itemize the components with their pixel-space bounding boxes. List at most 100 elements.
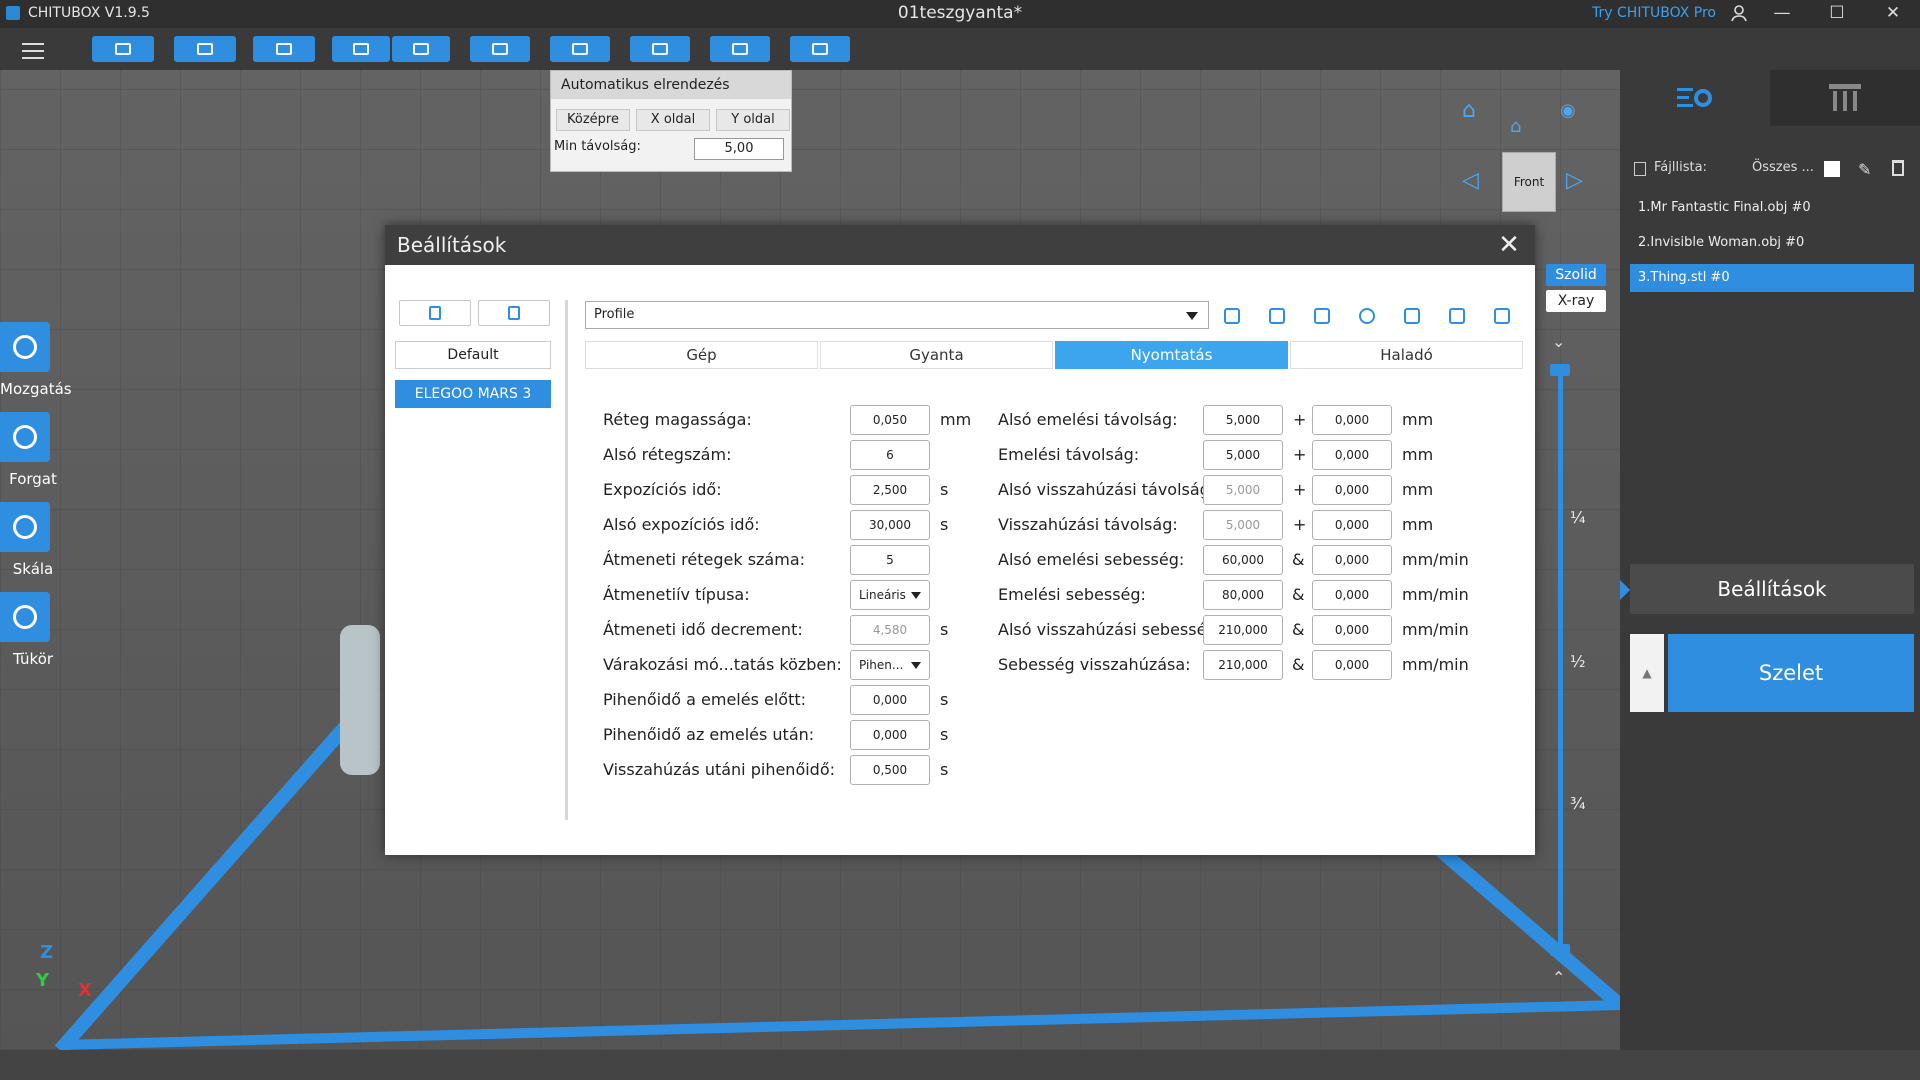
mirror-tool-button[interactable] xyxy=(0,592,50,642)
min-distance-label: Min távolság: xyxy=(554,139,641,154)
tab-settings-panel[interactable] xyxy=(1620,70,1771,126)
expand-panel-icon[interactable] xyxy=(1620,580,1630,600)
user-icon[interactable] xyxy=(1730,4,1748,22)
bottom-exposure-time-input[interactable]: 30,000 xyxy=(850,510,930,540)
bottom-lift-distance-2-input[interactable]: 0,000 xyxy=(1312,405,1392,435)
profile-select-value: Profile xyxy=(594,307,635,322)
retract-distance-2-input[interactable]: 0,000 xyxy=(1312,510,1392,540)
top-view-icon[interactable]: ⌂ xyxy=(1510,116,1521,137)
x-side-button[interactable]: X oldal xyxy=(636,109,710,131)
right-view-icon[interactable]: ▷ xyxy=(1566,168,1583,193)
slice-options-button[interactable]: ▲ xyxy=(1630,634,1664,712)
select-all-checkbox[interactable] xyxy=(1824,161,1840,177)
lift-speed-input[interactable]: 80,000 xyxy=(1203,580,1283,610)
open-file-button[interactable] xyxy=(92,36,154,62)
maximize-button[interactable]: ☐ xyxy=(1810,0,1864,28)
bottom-lift-distance-input[interactable]: 5,000 xyxy=(1203,405,1283,435)
bottom-lift-speed-input[interactable]: 60,000 xyxy=(1203,545,1283,575)
tab-machine[interactable]: Gép xyxy=(585,341,818,369)
rest-after-retract-input[interactable]: 0,500 xyxy=(850,755,930,785)
layer-height-input[interactable]: 0,050 xyxy=(850,405,930,435)
expand-chevron-icon[interactable]: ⌃ xyxy=(1552,968,1565,987)
screenshot-button[interactable] xyxy=(253,36,315,62)
wait-mode-select[interactable]: Pihen... xyxy=(850,650,930,680)
bottom-layer-count-input[interactable]: 6 xyxy=(850,440,930,470)
file-item[interactable]: 2.Invisible Woman.obj #0 xyxy=(1630,229,1914,257)
tab-print[interactable]: Nyomtatás xyxy=(1055,341,1288,369)
param-label: Alsó visszahúzási sebesség: xyxy=(998,620,1222,639)
rotate-tool-button[interactable] xyxy=(0,412,50,462)
hollow-button[interactable] xyxy=(710,36,770,62)
eye-icon[interactable]: ◉ xyxy=(1560,100,1576,121)
view-cube-front[interactable]: Front xyxy=(1502,152,1556,212)
tab-support-panel[interactable] xyxy=(1770,70,1920,126)
delete-icon[interactable] xyxy=(1305,303,1339,329)
layer-slider-bottom-handle[interactable] xyxy=(1550,944,1570,956)
lift-speed-2-input[interactable]: 0,000 xyxy=(1312,580,1392,610)
bottom-retract-distance-2-input[interactable]: 0,000 xyxy=(1312,475,1392,505)
share-icon[interactable] xyxy=(1485,303,1519,329)
undo-button[interactable] xyxy=(332,36,390,62)
param-label: Pihenőidő az emelés után: xyxy=(603,725,815,744)
dialog-close-button[interactable]: ✕ xyxy=(1495,231,1523,259)
retract-speed-input[interactable]: 210,000 xyxy=(1203,650,1283,680)
trash-icon[interactable] xyxy=(1892,160,1904,176)
new-profile-button[interactable] xyxy=(399,300,471,326)
edit-icon[interactable]: ✎ xyxy=(1858,160,1871,179)
refresh-icon[interactable] xyxy=(1350,303,1384,329)
param-separator: + xyxy=(1293,515,1307,534)
move-tool-button[interactable] xyxy=(0,322,50,372)
transition-type-value: Lineáris xyxy=(859,588,906,602)
arrange-button[interactable] xyxy=(550,36,610,62)
layer-slider-top-handle[interactable] xyxy=(1550,364,1570,376)
bottom-retract-speed-input[interactable]: 210,000 xyxy=(1203,615,1283,645)
import-icon[interactable] xyxy=(1395,303,1429,329)
file-item-selected[interactable]: 3.Thing.stl #0 xyxy=(1630,264,1914,292)
min-distance-input[interactable]: 5,00 xyxy=(694,138,784,160)
rest-before-lift-input[interactable]: 0,000 xyxy=(850,685,930,715)
xray-mode-button[interactable]: X-ray xyxy=(1546,290,1606,312)
param-label: Alsó emelési távolság: xyxy=(998,410,1178,429)
bottom-retract-speed-2-input[interactable]: 0,000 xyxy=(1312,615,1392,645)
slice-button[interactable]: Szelet xyxy=(1668,634,1914,712)
home-view-icon[interactable]: ⌂ xyxy=(1462,98,1476,123)
transition-type-select[interactable]: Lineáris xyxy=(850,580,930,610)
scale-tool-button[interactable] xyxy=(0,502,50,552)
left-view-icon[interactable]: ◁ xyxy=(1462,168,1479,193)
delete-profile-button[interactable] xyxy=(478,300,550,326)
menu-icon[interactable] xyxy=(22,38,44,64)
bottom-lift-speed-2-input[interactable]: 0,000 xyxy=(1312,545,1392,575)
collapse-chevron-icon[interactable]: ⌄ xyxy=(1552,332,1565,351)
tab-advanced[interactable]: Haladó xyxy=(1290,341,1523,369)
scale-tool-label: Skála xyxy=(12,560,54,578)
try-pro-link[interactable]: Try CHITUBOX Pro xyxy=(1592,5,1716,21)
pencil-icon[interactable] xyxy=(1260,303,1294,329)
profile-select[interactable]: Profile xyxy=(585,301,1209,329)
profile-elegoo-mars-3[interactable]: ELEGOO MARS 3 xyxy=(395,380,551,408)
lift-distance-input[interactable]: 5,000 xyxy=(1203,440,1283,470)
file-item[interactable]: 1.Mr Fantastic Final.obj #0 xyxy=(1630,194,1914,222)
center-button[interactable]: Középre xyxy=(556,109,630,131)
tab-resin[interactable]: Gyanta xyxy=(820,341,1053,369)
rest-after-lift-input[interactable]: 0,000 xyxy=(850,720,930,750)
exposure-time-input[interactable]: 2,500 xyxy=(850,475,930,505)
export-icon[interactable] xyxy=(1440,303,1474,329)
transition-layer-count-input[interactable]: 5 xyxy=(850,545,930,575)
save-button[interactable] xyxy=(174,36,236,62)
settings-button[interactable]: Beállítások xyxy=(1630,564,1914,614)
plate-button[interactable] xyxy=(790,36,850,62)
support-button[interactable] xyxy=(630,36,690,62)
redo-button[interactable] xyxy=(392,36,450,62)
solid-mode-button[interactable]: Szolid xyxy=(1546,264,1606,286)
add-profile-icon[interactable] xyxy=(1215,303,1249,329)
minimize-button[interactable]: — xyxy=(1755,0,1809,28)
close-window-button[interactable]: ✕ xyxy=(1866,0,1920,28)
dialog-divider xyxy=(565,300,568,820)
layer-slider-track[interactable] xyxy=(1558,366,1563,952)
y-side-button[interactable]: Y oldal xyxy=(716,109,790,131)
model-thing[interactable] xyxy=(340,625,380,775)
retract-speed-2-input[interactable]: 0,000 xyxy=(1312,650,1392,680)
lift-distance-2-input[interactable]: 0,000 xyxy=(1312,440,1392,470)
profile-default[interactable]: Default xyxy=(395,341,551,369)
layout-button[interactable] xyxy=(470,36,530,62)
